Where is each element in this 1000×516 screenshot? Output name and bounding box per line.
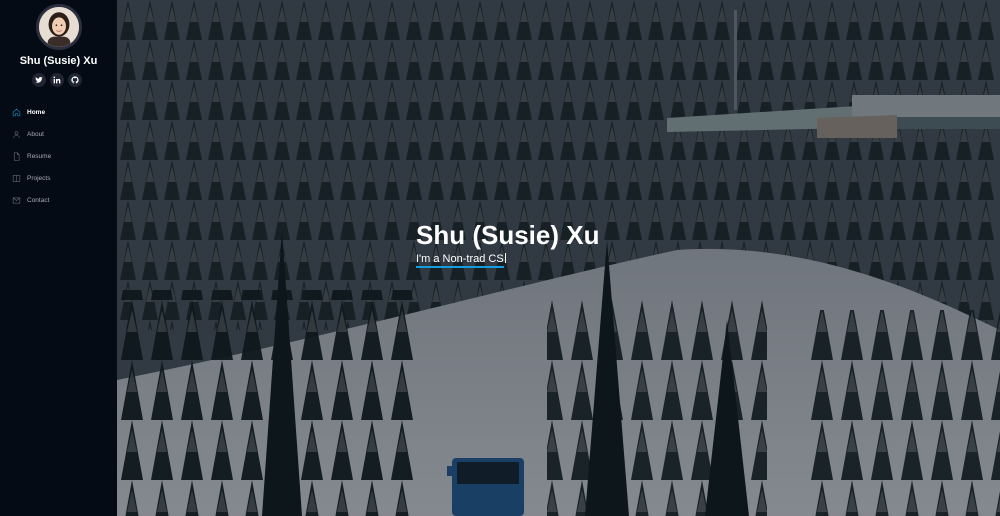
nav-item-contact[interactable]: Contact [12, 189, 51, 211]
typed-subtitle: I'm a Non-trad CS [416, 253, 504, 268]
hero-title: Shu (Susie) Xu [416, 220, 600, 250]
nav-item-label: Contact [27, 196, 50, 204]
book-icon [12, 174, 21, 182]
home-icon [12, 108, 21, 116]
hero-section: Shu (Susie) Xu I'm a Non-trad CS [117, 0, 1000, 516]
nav-item-label: About [27, 130, 44, 138]
user-icon [13, 130, 20, 138]
file-icon [13, 151, 20, 161]
nav-item-projects[interactable]: Projects [12, 167, 51, 189]
profile-name: Shu (Susie) Xu [19, 55, 98, 67]
twitter-icon [35, 76, 43, 83]
nav-item-home[interactable]: Home [12, 101, 51, 123]
main-nav: Home About Resume Projects Contact [12, 101, 51, 211]
hero-overlay [117, 0, 1000, 516]
sidebar: Shu (Susie) Xu Home About Resume Project… [0, 0, 117, 516]
nav-item-label: Projects [27, 174, 51, 182]
twitter-link[interactable] [32, 73, 46, 87]
linkedin-link[interactable] [50, 73, 64, 87]
nav-item-about[interactable]: About [12, 123, 51, 145]
hero-subtitle: I'm a Non-trad CS [416, 253, 506, 268]
avatar [36, 4, 82, 50]
github-link[interactable] [68, 73, 82, 87]
nav-item-label: Home [27, 108, 46, 116]
github-icon [71, 76, 79, 84]
nav-item-resume[interactable]: Resume [12, 145, 51, 167]
envelope-icon [12, 197, 21, 203]
linkedin-icon [53, 76, 61, 84]
social-links [32, 73, 82, 87]
typing-cursor [504, 253, 506, 263]
nav-item-label: Resume [27, 152, 52, 160]
